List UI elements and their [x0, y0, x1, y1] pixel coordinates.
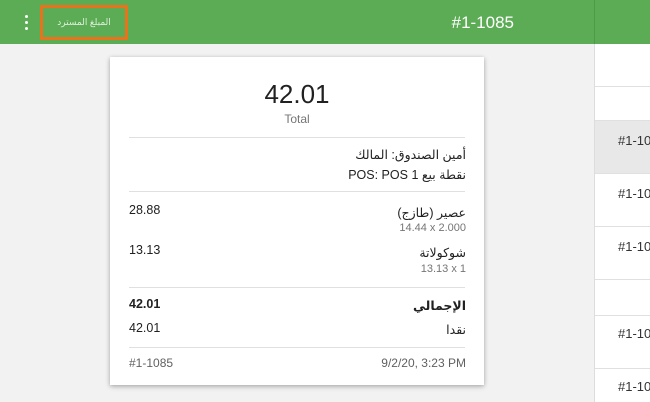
order-title: #1-1085 [451, 13, 514, 32]
order-list-item[interactable]: #1-1083 [595, 227, 650, 280]
receipt-card: 42.01 Total أمين الصندوق: المالك نقطة بي… [110, 57, 484, 385]
payment-method-label: نقدا [446, 323, 466, 337]
divider [129, 347, 465, 348]
divider [129, 287, 465, 288]
summary-total-amount: 42.01 [129, 297, 161, 311]
summary-total-label: الإجمالي [412, 299, 466, 313]
orders-sidebar: #1-1085 #1-1084 #1-1083 #1-1081 #1-1080 [594, 44, 650, 402]
order-list-item[interactable]: #1-1085 [595, 121, 650, 174]
payment-amount: 42.01 [129, 321, 161, 335]
line-item-amount: 13.13 [129, 243, 161, 257]
receipt-total-label: Total [284, 112, 310, 126]
pos-info: نقطة بيع 1 POS: POS [348, 168, 466, 182]
order-list-item[interactable]: #1-1080 [595, 369, 650, 402]
line-item-name: عصير (طازج) [397, 206, 466, 220]
line-item-amount: 28.88 [129, 203, 161, 217]
order-list-item[interactable] [595, 280, 650, 316]
sidebar-header [594, 0, 650, 44]
receipt-total-amount: 42.01 [264, 79, 330, 109]
cashier-info: أمين الصندوق: المالك [355, 148, 466, 162]
order-list-item[interactable] [595, 44, 650, 87]
refund-button[interactable]: المبلغ المسترد [40, 5, 128, 40]
order-list-item[interactable]: #1-1081 [595, 316, 650, 369]
receipt-order-number: #1-1085 [129, 356, 174, 370]
divider [129, 191, 465, 192]
app-header: المبلغ المسترد #1-1085 [0, 0, 594, 44]
order-list-item[interactable]: #1-1084 [595, 174, 650, 227]
line-item-name: شوكولاتة [419, 246, 466, 260]
order-list-item[interactable] [595, 87, 650, 121]
line-item-detail: 14.44 x 2.000 [399, 222, 466, 234]
line-item-detail: 13.13 x 1 [420, 263, 466, 275]
more-options-icon[interactable] [19, 12, 33, 32]
receipt-date: 9/2/20, 3:23 PM [381, 356, 466, 370]
divider [129, 137, 465, 138]
